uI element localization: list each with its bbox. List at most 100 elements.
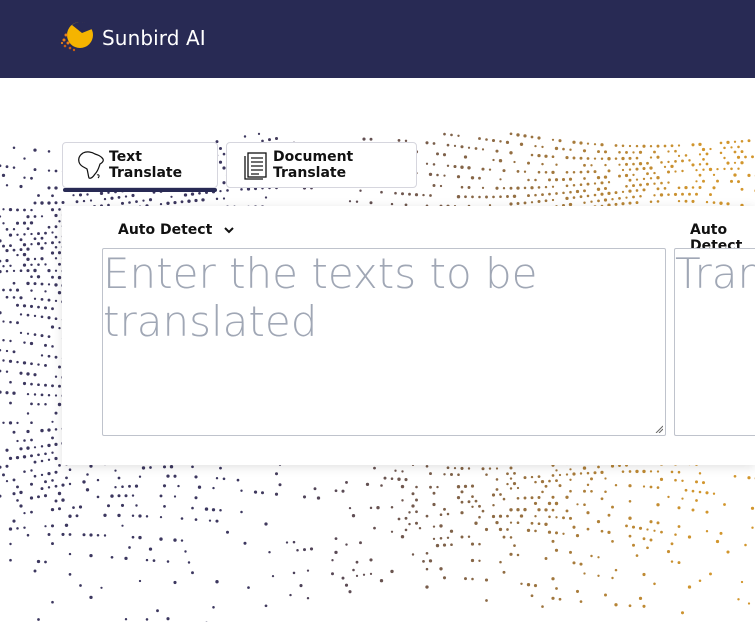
background-dot xyxy=(43,306,48,310)
background-dot xyxy=(404,478,408,482)
background-dot xyxy=(16,321,19,325)
background-dot xyxy=(684,488,688,492)
background-dot xyxy=(15,455,20,460)
background-dot xyxy=(215,519,219,523)
background-dot xyxy=(365,482,370,487)
background-dot xyxy=(467,535,471,539)
background-dot xyxy=(523,134,527,138)
background-dot xyxy=(730,146,733,149)
background-dot xyxy=(659,477,664,481)
background-dot xyxy=(54,186,58,190)
background-dot xyxy=(44,480,47,484)
source-language-label: Auto Detect xyxy=(118,222,213,238)
background-dot xyxy=(313,487,317,491)
background-dot xyxy=(505,140,510,145)
tab-document-translate[interactable]: Document Translate xyxy=(226,142,417,188)
background-dot xyxy=(47,354,51,358)
background-dot xyxy=(425,162,429,165)
background-dot xyxy=(649,470,653,473)
background-dot xyxy=(373,526,376,530)
background-dot xyxy=(625,524,628,528)
background-dot xyxy=(604,593,607,597)
background-dot xyxy=(509,186,513,190)
background-dot xyxy=(646,528,649,531)
background-dot xyxy=(54,411,58,415)
source-text-placeholder: Enter the texts to be translated xyxy=(103,249,538,346)
background-dot xyxy=(271,574,275,578)
background-dot xyxy=(723,167,726,171)
background-dot xyxy=(51,436,54,440)
background-dot xyxy=(488,467,492,470)
background-dot xyxy=(47,169,51,172)
background-dot xyxy=(523,496,527,500)
background-dot xyxy=(751,526,754,529)
background-dot xyxy=(191,465,194,469)
background-dot xyxy=(170,195,173,198)
background-dot xyxy=(653,529,656,532)
background-dot xyxy=(554,501,559,506)
background-dot xyxy=(586,170,590,174)
background-dot xyxy=(541,162,544,166)
background-dot xyxy=(19,184,23,189)
background-dot xyxy=(0,269,2,274)
background-dot xyxy=(331,559,334,562)
background-dot xyxy=(12,248,16,252)
background-dot xyxy=(642,604,646,608)
background-dot xyxy=(215,580,219,584)
background-dot xyxy=(544,484,548,488)
background-dot xyxy=(551,198,555,202)
background-dot xyxy=(625,162,628,166)
background-dot xyxy=(54,355,58,359)
translated-text-output[interactable]: Translation xyxy=(674,248,755,436)
background-dot xyxy=(509,521,513,524)
source-text-input[interactable]: Enter the texts to be translated xyxy=(102,248,666,436)
background-dot xyxy=(240,489,243,492)
tab-text-translate[interactable]: Text Translate xyxy=(62,142,218,192)
background-dot xyxy=(484,578,489,582)
background-dot xyxy=(677,506,681,510)
background-dot xyxy=(705,200,709,204)
background-dot xyxy=(659,193,664,197)
background-dot xyxy=(684,154,688,157)
brand-logo[interactable]: Sunbird AI xyxy=(60,21,206,55)
background-dot xyxy=(590,554,593,558)
background-dot xyxy=(68,552,72,556)
background-dot xyxy=(572,156,576,160)
background-dot xyxy=(51,384,54,388)
background-dot xyxy=(533,584,538,588)
background-dot xyxy=(194,475,198,479)
background-dot xyxy=(57,291,62,295)
background-dot xyxy=(656,200,660,203)
background-dot xyxy=(187,561,191,564)
background-dot xyxy=(506,195,509,198)
background-dot xyxy=(177,484,180,488)
source-language-dropdown[interactable]: Auto Detect xyxy=(118,222,234,238)
background-dot xyxy=(698,490,702,494)
background-dot xyxy=(29,482,34,486)
background-dot xyxy=(638,596,643,601)
background-dot xyxy=(408,511,411,514)
background-dot xyxy=(2,359,5,362)
background-dot xyxy=(54,317,58,321)
background-dot xyxy=(40,315,44,319)
background-dot xyxy=(443,132,446,136)
background-dot xyxy=(572,184,576,187)
background-dot xyxy=(492,195,495,199)
background-dot xyxy=(509,487,513,490)
background-dot xyxy=(698,579,702,582)
background-dot xyxy=(148,547,153,551)
background-dot xyxy=(680,611,685,615)
background-dot xyxy=(58,262,61,266)
background-dot xyxy=(117,513,121,518)
background-dot xyxy=(345,480,348,484)
background-dot xyxy=(50,251,55,255)
background-dot xyxy=(121,524,124,527)
background-dot xyxy=(596,520,601,524)
background-dot xyxy=(737,145,740,149)
background-dot xyxy=(44,231,47,235)
chevron-down-icon xyxy=(224,222,234,238)
resize-handle-icon[interactable] xyxy=(655,425,663,433)
background-dot xyxy=(58,241,61,244)
background-dot xyxy=(565,184,569,188)
background-dot xyxy=(22,304,27,308)
